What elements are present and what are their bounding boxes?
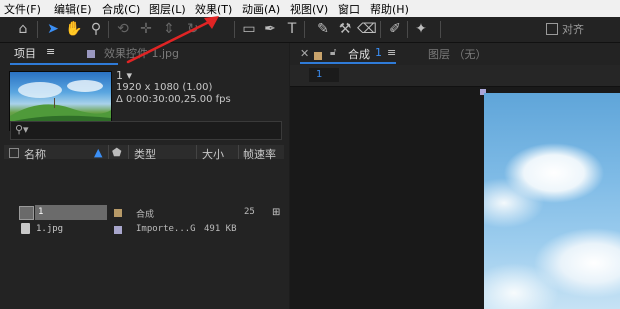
tab-project-underline: [10, 63, 118, 65]
tab-composition[interactable]: 合成: [348, 46, 370, 62]
row-type: Importe...G: [136, 224, 196, 234]
column-type[interactable]: 类型: [134, 146, 156, 162]
composition-navigator-bar: [290, 65, 620, 87]
effects-swatch: [87, 48, 95, 61]
toolbar-separator: [108, 21, 109, 38]
menu-window[interactable]: 窗口: [338, 1, 360, 17]
row-label-swatch[interactable]: [114, 226, 122, 234]
brush-tool-icon[interactable]: ✎: [314, 20, 332, 38]
project-panel: 项目 ≡ 效果控件 1.jpg 1 ▾ 1920 x 1080 (1.00) Δ…: [0, 43, 289, 309]
close-icon[interactable]: ✕: [300, 47, 309, 60]
home-icon[interactable]: ⌂: [14, 20, 32, 38]
toolbar: ⌂ ➤ ✋ ⚲ ⟲ ✛ ⇕ ↻ ▭ ✒ T ✎ ⚒ ⌫ ✐ ✦ 对齐: [0, 17, 620, 43]
row-type: 合成: [136, 210, 155, 220]
search-icon: ⚲▾: [15, 123, 29, 136]
comp-resolution: 1920 x 1080 (1.00): [116, 82, 213, 93]
puppet-pin-icon[interactable]: ✦: [412, 20, 430, 38]
label-column-icon[interactable]: [9, 148, 19, 158]
tab-layer[interactable]: 图层 （无）: [428, 46, 487, 62]
menu-file[interactable]: 文件(F): [4, 1, 41, 17]
hand-tool-icon[interactable]: ✋: [65, 20, 83, 38]
table-row[interactable]: 1 合成 25: [4, 205, 272, 220]
zoom-tool-icon[interactable]: ⚲: [87, 20, 105, 38]
clone-stamp-icon[interactable]: ⚒: [336, 20, 354, 38]
column-divider: [108, 145, 109, 159]
project-search-input[interactable]: ⚲▾: [10, 121, 282, 140]
column-fps[interactable]: 帧速率: [243, 146, 276, 162]
toolbar-separator: [234, 21, 235, 38]
flowchart-icon[interactable]: ⊞: [272, 207, 280, 218]
toolbar-separator: [440, 21, 441, 38]
lock-icon[interactable]: 🔓︎: [330, 47, 336, 58]
sort-ascending-icon[interactable]: ▲: [94, 146, 102, 159]
table-row[interactable]: 1.jpg Importe...G 491 KB: [4, 222, 272, 237]
tab-project[interactable]: 项目: [14, 45, 36, 61]
menu-bar: 文件(F) 编辑(E) 合成(C) 图层(L) 效果(T) 动画(A) 视图(V…: [0, 0, 620, 17]
label-tag-icon[interactable]: ⬟: [112, 146, 122, 159]
type-tool-icon[interactable]: T: [283, 20, 301, 38]
menu-help[interactable]: 帮助(H): [370, 1, 409, 17]
panel-menu-icon[interactable]: ≡: [387, 46, 396, 59]
toolbar-separator: [380, 21, 381, 38]
align-label: 对齐: [562, 23, 584, 36]
sky-clouds-image[interactable]: [484, 93, 620, 309]
composition-tab-bar: ✕ 🔓︎ 合成 1 ≡ 图层 （无）: [290, 43, 620, 65]
comp-name-label[interactable]: 1 ▾: [116, 69, 132, 82]
comp-breadcrumb[interactable]: 1: [309, 68, 339, 82]
row-size: 491 KB: [204, 224, 237, 234]
comp-duration: Δ 0:00:30:00,25.00 fps: [116, 94, 231, 105]
row-name-highlight: [35, 205, 107, 220]
roto-brush-icon[interactable]: ✐: [386, 20, 404, 38]
column-divider: [128, 145, 129, 159]
column-size[interactable]: 大小: [202, 146, 224, 162]
menu-edit[interactable]: 编辑(E): [54, 1, 92, 17]
eraser-tool-icon[interactable]: ⌫: [357, 20, 377, 38]
comp-breadcrumb-label: 1: [316, 69, 323, 80]
align-checkbox[interactable]: [546, 23, 558, 35]
rectangle-tool-icon[interactable]: ▭: [240, 20, 258, 38]
column-divider: [238, 145, 239, 159]
column-divider: [196, 145, 197, 159]
menu-animation[interactable]: 动画(A): [242, 1, 280, 17]
annotation-arrow-icon: [126, 16, 219, 64]
selection-tool-icon[interactable]: ➤: [44, 20, 62, 38]
footage-file-icon: [21, 223, 30, 234]
tab-composition-number[interactable]: 1: [375, 46, 382, 59]
tab-composition-underline: [300, 62, 396, 64]
toolbar-separator: [37, 21, 38, 38]
composition-icon: [19, 206, 34, 220]
row-name[interactable]: 1.jpg: [36, 224, 63, 234]
row-label-swatch[interactable]: [114, 209, 122, 217]
toolbar-separator: [407, 21, 408, 38]
toolbar-separator: [304, 21, 305, 38]
column-name[interactable]: 名称: [24, 146, 46, 162]
pen-tool-icon[interactable]: ✒: [261, 20, 279, 38]
menu-view[interactable]: 视图(V): [290, 1, 328, 17]
project-column-header: 名称 ▲ ⬟ 类型 大小 帧速率: [4, 145, 284, 162]
row-fps: 25: [244, 207, 255, 217]
row-name[interactable]: 1: [38, 207, 43, 217]
panel-menu-icon[interactable]: ≡: [46, 45, 55, 58]
